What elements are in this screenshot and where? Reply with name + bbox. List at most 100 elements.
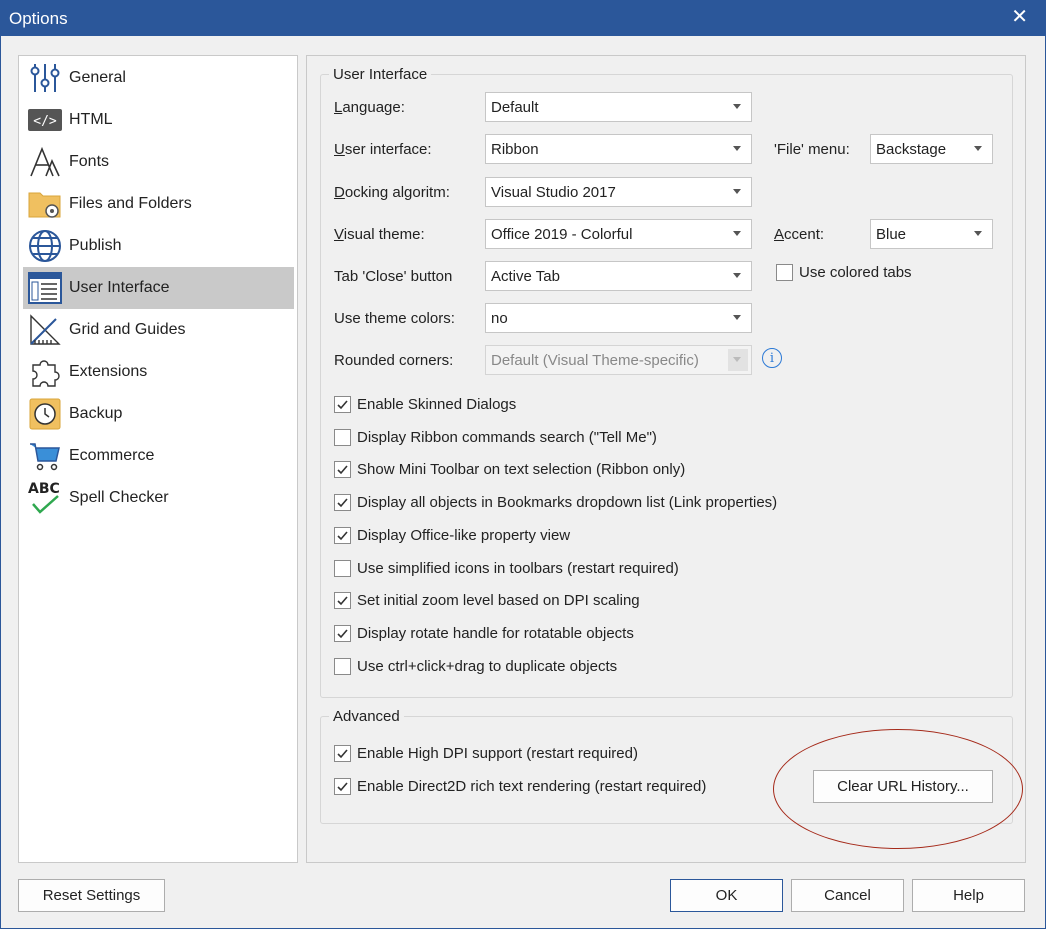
sidebar-item-label: Backup xyxy=(69,405,123,422)
tab-close-label: Tab 'Close' button xyxy=(334,268,453,285)
checkbox-label: Set initial zoom level based on DPI scal… xyxy=(357,592,640,610)
chevron-down-icon xyxy=(974,231,982,236)
docking-label: Docking algoritm: xyxy=(334,184,450,201)
option-checkbox[interactable]: Enable Direct2D rich text rendering (res… xyxy=(334,777,707,795)
clear-url-history-button[interactable]: Clear URL History... xyxy=(813,770,993,803)
tab-close-select[interactable]: Active Tab xyxy=(485,261,752,291)
sidebar-item-html[interactable]: </> HTML xyxy=(23,99,294,141)
chevron-down-icon xyxy=(733,357,741,362)
sidebar-item-label: HTML xyxy=(69,111,113,128)
chevron-down-icon xyxy=(733,273,741,278)
sidebar-item-label: Extensions xyxy=(69,363,148,380)
language-label: Language: xyxy=(334,99,405,116)
option-checkbox[interactable]: Enable Skinned Dialogs xyxy=(334,396,516,413)
checkbox-box xyxy=(334,657,351,675)
window-list-icon xyxy=(25,270,65,306)
svg-text:ABC: ABC xyxy=(28,481,60,497)
checkmark-icon xyxy=(334,745,351,762)
option-checkbox[interactable]: Display Office-like property view xyxy=(334,526,571,544)
sidebar-item-label: User Interface xyxy=(69,279,170,296)
sidebar-item-spell-checker[interactable]: ABC Spell Checker xyxy=(23,477,294,519)
rounded-corners-select: Default (Visual Theme-specific) xyxy=(485,345,752,375)
cancel-button[interactable]: Cancel xyxy=(791,879,904,912)
checkbox-label: Display rotate handle for rotatable obje… xyxy=(357,624,634,642)
checkmark-icon xyxy=(334,777,351,795)
checkmark-icon xyxy=(334,396,351,413)
group-title: User Interface xyxy=(329,66,432,83)
sidebar-item-backup[interactable]: Backup xyxy=(23,393,294,435)
sidebar-item-label: Files and Folders xyxy=(69,195,192,212)
checkbox-box xyxy=(334,428,351,446)
checkbox-label: Enable High DPI support (restart require… xyxy=(357,745,638,762)
checkmark-icon xyxy=(334,624,351,642)
chevron-down-icon xyxy=(733,189,741,194)
sidebar-item-general[interactable]: General xyxy=(23,57,294,99)
checkmark-icon xyxy=(334,526,351,544)
chevron-down-icon xyxy=(733,146,741,151)
language-select[interactable]: Default xyxy=(485,92,752,122)
option-checkbox[interactable]: Use ctrl+click+drag to duplicate objects xyxy=(334,657,618,675)
accent-select[interactable]: Blue xyxy=(870,219,993,249)
visual-theme-label: Visual theme: xyxy=(334,226,425,243)
use-colored-tabs-checkbox[interactable]: Use colored tabs xyxy=(776,264,912,281)
chevron-down-icon xyxy=(733,315,741,320)
theme-colors-select[interactable]: no xyxy=(485,303,752,333)
sidebar-item-label: Fonts xyxy=(69,153,110,170)
option-checkbox[interactable]: Enable High DPI support (restart require… xyxy=(334,745,638,762)
option-checkbox[interactable]: Set initial zoom level based on DPI scal… xyxy=(334,592,640,610)
folder-gear-icon xyxy=(25,186,65,222)
sidebar-item-ecommerce[interactable]: Ecommerce xyxy=(23,435,294,477)
option-checkbox[interactable]: Use simplified icons in toolbars (restar… xyxy=(334,559,679,577)
option-checkbox[interactable]: Display all objects in Bookmarks dropdow… xyxy=(334,494,778,512)
sidebar-item-label: Publish xyxy=(69,237,122,254)
user-interface-label: User interface: xyxy=(334,141,432,158)
docking-select[interactable]: Visual Studio 2017 xyxy=(485,177,752,207)
group-title: Advanced xyxy=(329,708,404,725)
sidebar-item-user-interface[interactable]: User Interface xyxy=(23,267,294,309)
cart-icon xyxy=(25,438,65,474)
checkmark-icon xyxy=(334,592,351,610)
file-menu-label: 'File' menu: xyxy=(774,141,850,158)
sidebar-item-label: Spell Checker xyxy=(69,489,169,506)
user-interface-select[interactable]: Ribbon xyxy=(485,134,752,164)
checkbox-box xyxy=(334,559,351,577)
code-icon: </> xyxy=(25,102,65,138)
chevron-down-icon xyxy=(974,146,982,151)
checkbox-label: Enable Skinned Dialogs xyxy=(357,396,517,413)
sidebar-item-label: Ecommerce xyxy=(69,447,155,464)
checkbox-label: Enable Direct2D rich text rendering (res… xyxy=(357,777,707,795)
close-icon[interactable]: ✕ xyxy=(1011,6,1028,28)
theme-colors-label: Use theme colors: xyxy=(334,310,455,327)
sidebar-item-fonts[interactable]: Fonts xyxy=(23,141,294,183)
rounded-corners-label: Rounded corners: xyxy=(334,352,454,369)
sidebar-item-label: Grid and Guides xyxy=(69,321,186,338)
option-checkbox[interactable]: Show Mini Toolbar on text selection (Rib… xyxy=(334,461,686,479)
globe-icon xyxy=(25,228,65,264)
option-checkbox[interactable]: Display rotate handle for rotatable obje… xyxy=(334,624,634,642)
option-checkbox[interactable]: Display Ribbon commands search ("Tell Me… xyxy=(334,428,657,446)
category-list: General </> HTML Fonts Files and Folders… xyxy=(18,55,298,863)
ok-button[interactable]: OK xyxy=(670,879,783,912)
window-title: Options xyxy=(9,9,68,28)
checkbox-box xyxy=(776,264,793,281)
file-menu-select[interactable]: Backstage xyxy=(870,134,993,164)
chevron-down-icon xyxy=(733,231,741,236)
sidebar-item-files-and-folders[interactable]: Files and Folders xyxy=(23,183,294,225)
checkbox-label: Show Mini Toolbar on text selection (Rib… xyxy=(357,461,686,479)
info-icon[interactable]: i xyxy=(762,348,782,368)
sidebar-item-grid-and-guides[interactable]: Grid and Guides xyxy=(23,309,294,351)
history-icon xyxy=(25,396,65,432)
visual-theme-select[interactable]: Office 2019 - Colorful xyxy=(485,219,752,249)
sidebar-item-publish[interactable]: Publish xyxy=(23,225,294,267)
reset-settings-button[interactable]: Reset Settings xyxy=(18,879,165,912)
puzzle-icon xyxy=(25,354,65,390)
help-button[interactable]: Help xyxy=(912,879,1025,912)
abc-check-icon: ABC xyxy=(25,480,65,516)
checkbox-label: Display Office-like property view xyxy=(357,526,571,544)
font-icon xyxy=(25,144,65,180)
sidebar-item-extensions[interactable]: Extensions xyxy=(23,351,294,393)
checkbox-label: Use ctrl+click+drag to duplicate objects xyxy=(357,657,618,675)
sidebar-item-label: General xyxy=(69,69,126,86)
checkbox-label: Display Ribbon commands search ("Tell Me… xyxy=(357,428,657,446)
checkbox-label: Display all objects in Bookmarks dropdow… xyxy=(357,494,778,512)
